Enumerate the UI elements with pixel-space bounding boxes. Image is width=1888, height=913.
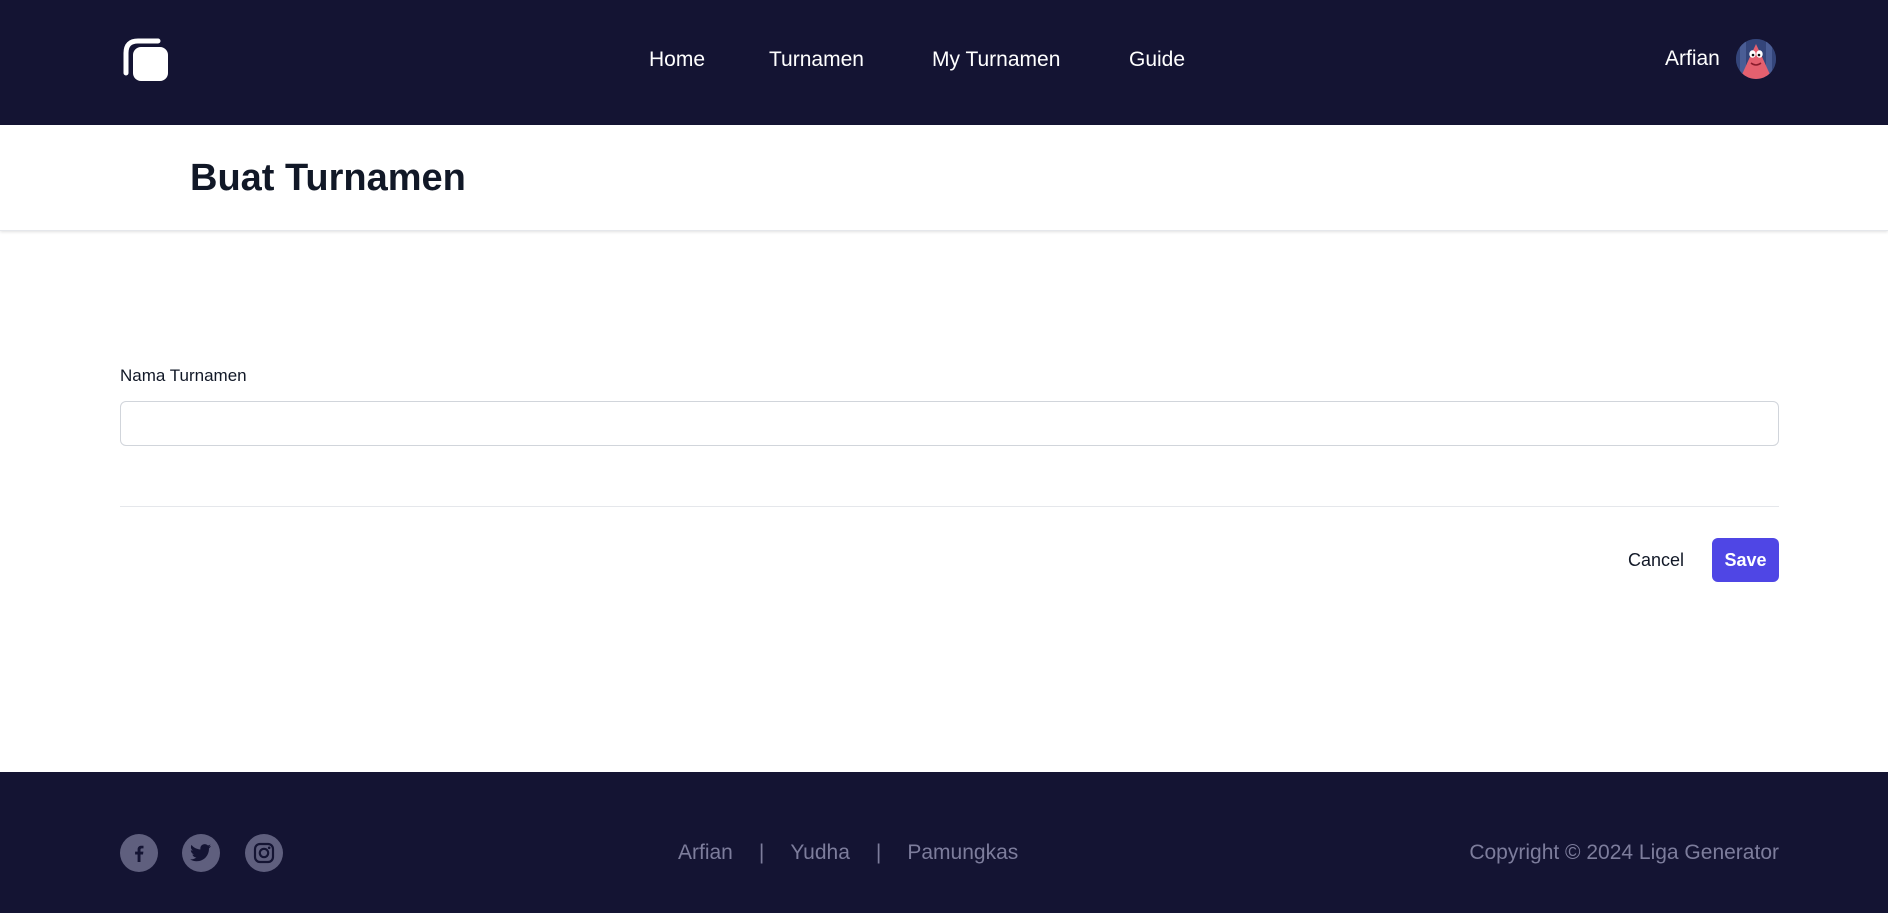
form-divider — [120, 506, 1779, 507]
main-nav: Home Turnamen My Turnamen Guide — [0, 45, 1888, 75]
save-button[interactable]: Save — [1712, 538, 1779, 582]
nav-my-turnamen[interactable]: My Turnamen — [932, 45, 1060, 75]
nav-home[interactable]: Home — [649, 45, 705, 75]
footer-link-yudha[interactable]: Yudha — [790, 841, 850, 865]
avatar[interactable] — [1735, 39, 1776, 79]
facebook-icon[interactable] — [120, 834, 158, 872]
user-menu[interactable]: Arfian — [1665, 38, 1776, 80]
footer-separator: | — [875, 841, 882, 864]
instagram-icon[interactable] — [245, 834, 283, 872]
page-header: Buat Turnamen — [0, 125, 1888, 231]
top-navbar: Home Turnamen My Turnamen Guide Arfian — [0, 0, 1888, 125]
user-name: Arfian — [1665, 47, 1720, 70]
footer-link-arfian[interactable]: Arfian — [678, 841, 733, 865]
nav-turnamen[interactable]: Turnamen — [769, 45, 864, 75]
copyright-text: Copyright © 2024 Liga Generator — [1469, 841, 1779, 864]
cancel-button[interactable]: Cancel — [1620, 538, 1692, 582]
footer: Arfian | Yudha | Pamungkas Copyright © 2… — [0, 772, 1888, 913]
twitter-icon[interactable] — [182, 834, 220, 872]
tournament-name-input[interactable] — [120, 401, 1779, 446]
footer-separator: | — [758, 841, 765, 864]
nav-guide[interactable]: Guide — [1129, 45, 1185, 75]
footer-links: Arfian | Yudha | Pamungkas — [678, 838, 1018, 868]
page-title: Buat Turnamen — [190, 157, 466, 199]
footer-link-pamungkas[interactable]: Pamungkas — [907, 841, 1018, 865]
tournament-name-label: Nama Turnamen — [120, 366, 247, 385]
